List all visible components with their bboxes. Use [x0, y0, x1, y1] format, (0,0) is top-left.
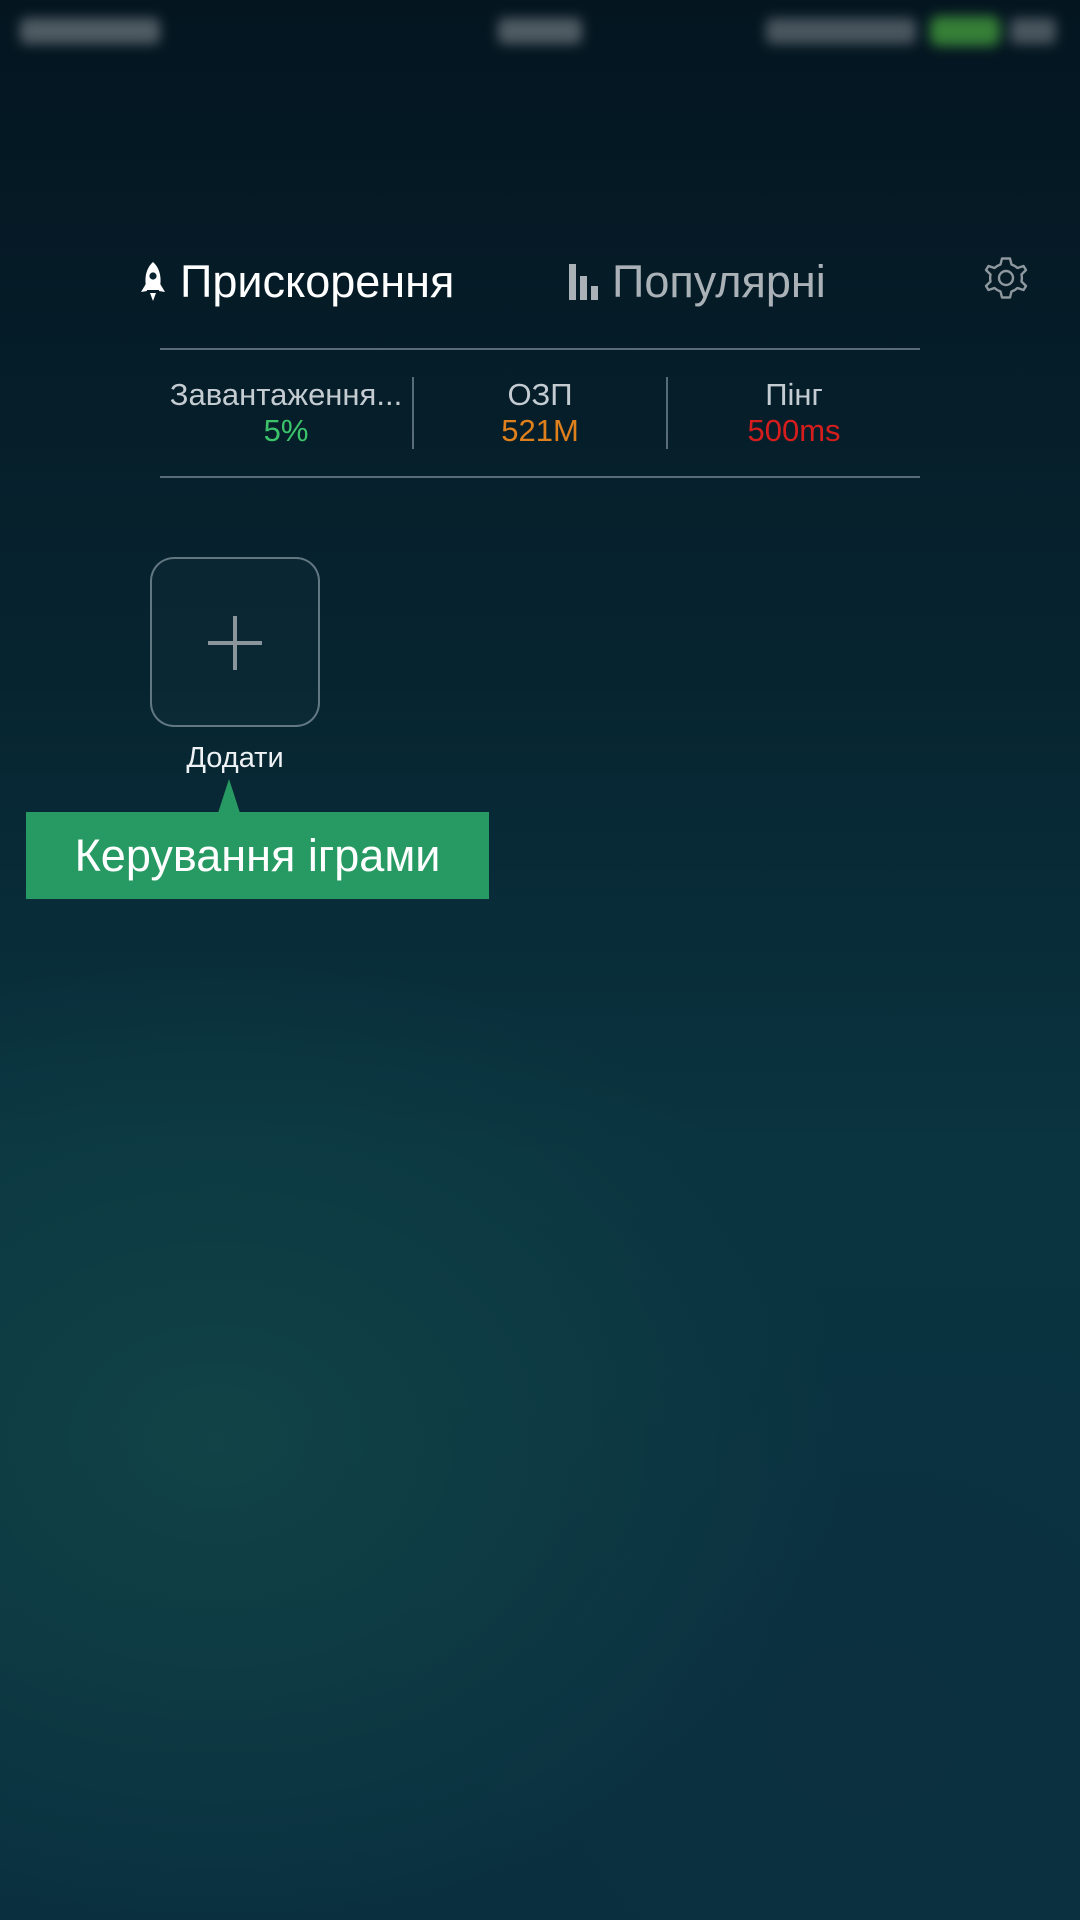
stat-label: Пінг [765, 377, 823, 412]
status-indicators [766, 18, 916, 44]
plus-icon [208, 616, 262, 670]
stat-value: 521M [501, 413, 579, 448]
status-clock [498, 18, 582, 44]
battery-level [1010, 18, 1056, 44]
stat-value: 5% [263, 413, 309, 448]
add-game-button[interactable] [150, 557, 320, 727]
tooltip-arrow [218, 779, 240, 813]
tab-boost[interactable]: Прискорення [138, 252, 454, 312]
stat-ram: ОЗП 521M [414, 377, 666, 449]
tooltip-text: Керування іграми [74, 829, 441, 881]
stat-load: Завантаження... 5% [160, 377, 412, 449]
status-bar [0, 0, 1080, 62]
bar-chart-icon [568, 262, 600, 302]
add-game-label: Додати [186, 742, 284, 774]
stats-panel: Завантаження... 5% ОЗП 521M Пінг 500ms [160, 348, 920, 478]
stat-value: 500ms [747, 413, 841, 448]
rocket-icon [138, 260, 168, 304]
stat-label: ОЗП [507, 377, 573, 412]
signal-icon [20, 18, 160, 44]
settings-button[interactable] [980, 252, 1032, 304]
tab-popular[interactable]: Популярні [568, 252, 826, 312]
gear-icon [984, 257, 1028, 299]
game-management-tooltip[interactable]: Керування іграми [26, 812, 489, 899]
battery-icon [930, 16, 1000, 46]
stat-ping: Пінг 500ms [668, 377, 920, 449]
tab-popular-label: Популярні [612, 256, 826, 307]
tab-boost-label: Прискорення [180, 256, 455, 307]
stat-label: Завантаження... [169, 377, 403, 412]
